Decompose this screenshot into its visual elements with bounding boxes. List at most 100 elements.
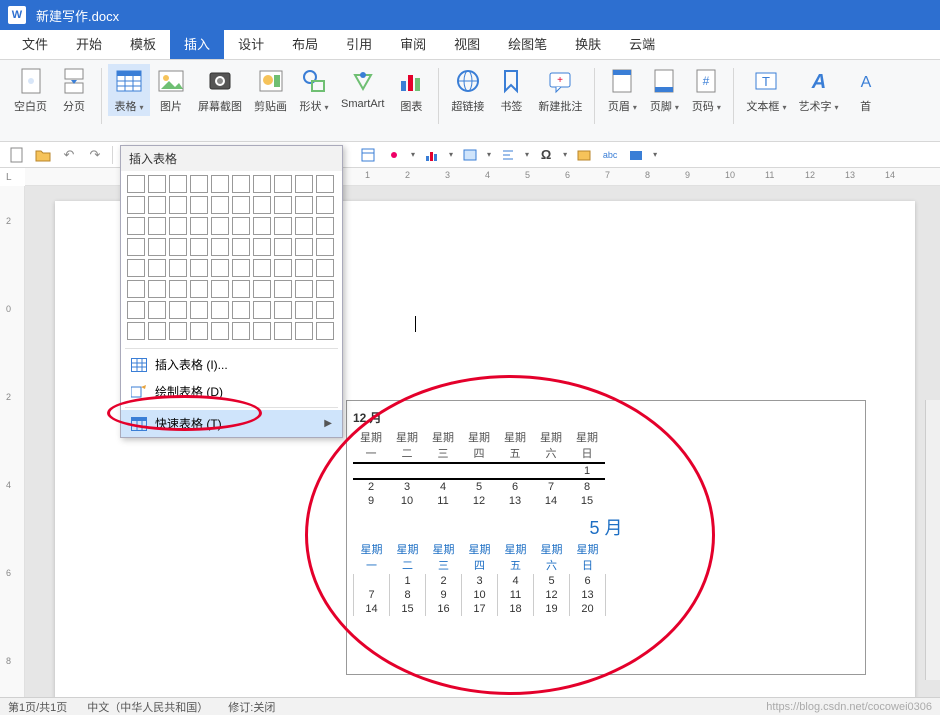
ribbon-hyperlink[interactable]: 超链接 (445, 64, 490, 116)
grid-cell[interactable] (232, 322, 250, 340)
picture-mini-icon[interactable] (461, 146, 479, 164)
grid-cell[interactable] (253, 217, 271, 235)
screenshot-mini-icon[interactable] (627, 146, 645, 164)
grid-cell[interactable] (274, 301, 292, 319)
tab-云端[interactable]: 云端 (615, 28, 669, 59)
calendar-preview-2[interactable]: 5 月 星期一星期二星期三星期四星期五星期六星期日123456789101112… (353, 514, 859, 616)
ribbon-page-break[interactable]: 分页 (53, 64, 95, 116)
grid-cell[interactable] (148, 238, 166, 256)
grid-cell[interactable] (211, 217, 229, 235)
grid-cell[interactable] (148, 259, 166, 277)
tab-审阅[interactable]: 审阅 (386, 28, 440, 59)
grid-cell[interactable] (316, 301, 334, 319)
grid-cell[interactable] (190, 280, 208, 298)
grid-cell[interactable] (316, 238, 334, 256)
grid-cell[interactable] (169, 175, 187, 193)
grid-cell[interactable] (211, 322, 229, 340)
grid-cell[interactable] (316, 322, 334, 340)
grid-cell[interactable] (211, 280, 229, 298)
ribbon-dropcap[interactable]: A首 (845, 64, 887, 116)
ribbon-chart[interactable]: 图表 (390, 64, 432, 116)
ribbon-textbox[interactable]: T文本框 ▾ (740, 64, 792, 116)
grid-cell[interactable] (190, 175, 208, 193)
ribbon-shapes[interactable]: 形状 ▾ (293, 64, 335, 116)
grid-cell[interactable] (169, 196, 187, 214)
grid-cell[interactable] (274, 322, 292, 340)
folder-icon[interactable] (575, 146, 593, 164)
open-icon[interactable] (34, 146, 52, 164)
ribbon-clipart[interactable]: 剪贴画 (248, 64, 293, 116)
tab-引用[interactable]: 引用 (332, 28, 386, 59)
grid-cell[interactable] (169, 238, 187, 256)
grid-cell[interactable] (148, 301, 166, 319)
draw-table-item[interactable]: 绘制表格 (D) (121, 378, 342, 405)
grid-cell[interactable] (295, 217, 313, 235)
toolbar-icon[interactable] (359, 146, 377, 164)
grid-cell[interactable] (274, 175, 292, 193)
grid-cell[interactable] (211, 238, 229, 256)
grid-cell[interactable] (127, 322, 145, 340)
new-doc-icon[interactable] (8, 146, 26, 164)
grid-cell[interactable] (253, 196, 271, 214)
grid-cell[interactable] (295, 175, 313, 193)
ribbon-blank-page[interactable]: 空白页 (8, 64, 53, 116)
grid-cell[interactable] (190, 259, 208, 277)
tab-插入[interactable]: 插入 (170, 28, 224, 59)
grid-cell[interactable] (274, 196, 292, 214)
grid-cell[interactable] (253, 175, 271, 193)
scrollbar-vertical[interactable] (925, 400, 940, 680)
insert-table-item[interactable]: 插入表格 (I)... (121, 351, 342, 378)
grid-cell[interactable] (253, 238, 271, 256)
tab-视图[interactable]: 视图 (440, 28, 494, 59)
ribbon-picture[interactable]: 图片 (150, 64, 192, 116)
grid-cell[interactable] (274, 280, 292, 298)
grid-cell[interactable] (127, 259, 145, 277)
grid-cell[interactable] (274, 238, 292, 256)
align-icon[interactable] (499, 146, 517, 164)
grid-cell[interactable] (274, 217, 292, 235)
grid-cell[interactable] (316, 217, 334, 235)
grid-cell[interactable] (169, 301, 187, 319)
grid-cell[interactable] (190, 238, 208, 256)
grid-cell[interactable] (148, 322, 166, 340)
tab-文件[interactable]: 文件 (8, 28, 62, 59)
grid-cell[interactable] (127, 280, 145, 298)
ribbon-smartart[interactable]: SmartArt (335, 64, 390, 112)
grid-cell[interactable] (190, 301, 208, 319)
table-size-grid[interactable] (121, 171, 342, 346)
grid-cell[interactable] (295, 301, 313, 319)
chart-mini-icon[interactable] (423, 146, 441, 164)
tab-开始[interactable]: 开始 (62, 28, 116, 59)
grid-cell[interactable] (127, 301, 145, 319)
quick-table-item[interactable]: 快速表格 (T) ▶ (121, 410, 342, 437)
grid-cell[interactable] (316, 175, 334, 193)
grid-cell[interactable] (316, 196, 334, 214)
tab-设计[interactable]: 设计 (224, 28, 278, 59)
grid-cell[interactable] (295, 196, 313, 214)
tab-绘图笔[interactable]: 绘图笔 (494, 28, 561, 59)
grid-cell[interactable] (127, 217, 145, 235)
grid-cell[interactable] (274, 259, 292, 277)
grid-cell[interactable] (232, 217, 250, 235)
grid-cell[interactable] (148, 280, 166, 298)
grid-cell[interactable] (169, 280, 187, 298)
grid-cell[interactable] (253, 280, 271, 298)
grid-cell[interactable] (316, 259, 334, 277)
ribbon-header[interactable]: 页眉 ▾ (601, 64, 643, 116)
ribbon-page-number[interactable]: #页码 ▾ (685, 64, 727, 116)
abc-icon[interactable]: abc (601, 146, 619, 164)
grid-cell[interactable] (232, 301, 250, 319)
grid-cell[interactable] (169, 322, 187, 340)
ribbon-bookmark[interactable]: 书签 (490, 64, 532, 116)
grid-cell[interactable] (148, 217, 166, 235)
grid-cell[interactable] (211, 175, 229, 193)
grid-cell[interactable] (295, 259, 313, 277)
grid-cell[interactable] (190, 217, 208, 235)
grid-cell[interactable] (127, 196, 145, 214)
quick-table-preview[interactable]: 12 月 星期一星期二星期三星期四星期五星期六星期日12345678910111… (346, 400, 866, 675)
grid-cell[interactable] (148, 196, 166, 214)
grid-cell[interactable] (253, 259, 271, 277)
grid-cell[interactable] (232, 175, 250, 193)
grid-cell[interactable] (295, 280, 313, 298)
grid-cell[interactable] (295, 238, 313, 256)
